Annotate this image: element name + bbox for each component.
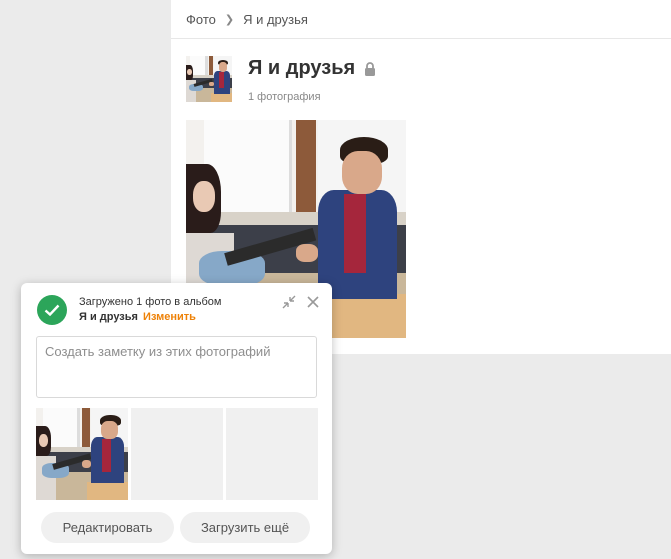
lock-icon <box>365 61 376 76</box>
upload-status: Загружено 1 фото в альбом Я и друзья Изм… <box>79 295 221 325</box>
chevron-right-icon: ❯ <box>224 13 235 26</box>
upload-more-button[interactable]: Загрузить ещё <box>180 512 310 543</box>
album-header: Я и друзья 1 фотография <box>186 56 376 103</box>
close-icon[interactable] <box>306 295 320 309</box>
note-input[interactable] <box>36 336 317 398</box>
album-cover-thumbnail[interactable] <box>186 56 232 102</box>
uploaded-photo-thumbnail[interactable] <box>36 408 128 500</box>
change-album-link[interactable]: Изменить <box>143 311 196 323</box>
breadcrumb: Фото ❯ Я и друзья <box>171 0 671 39</box>
album-title: Я и друзья <box>248 57 356 79</box>
upload-album-name: Я и друзья <box>79 311 138 323</box>
uploaded-thumbnails <box>36 408 318 500</box>
empty-thumbnail-slot <box>131 408 223 500</box>
breadcrumb-current: Я и друзья <box>243 11 308 27</box>
upload-status-text: Загружено 1 фото в альбом <box>79 296 222 308</box>
upload-complete-popup: Загружено 1 фото в альбом Я и друзья Изм… <box>21 283 332 554</box>
collapse-icon[interactable] <box>282 295 296 309</box>
check-icon <box>37 295 67 325</box>
edit-button[interactable]: Редактировать <box>41 512 174 543</box>
album-photo-count: 1 фотография <box>248 91 321 103</box>
empty-thumbnail-slot <box>226 408 318 500</box>
breadcrumb-photos-link[interactable]: Фото <box>186 12 216 27</box>
